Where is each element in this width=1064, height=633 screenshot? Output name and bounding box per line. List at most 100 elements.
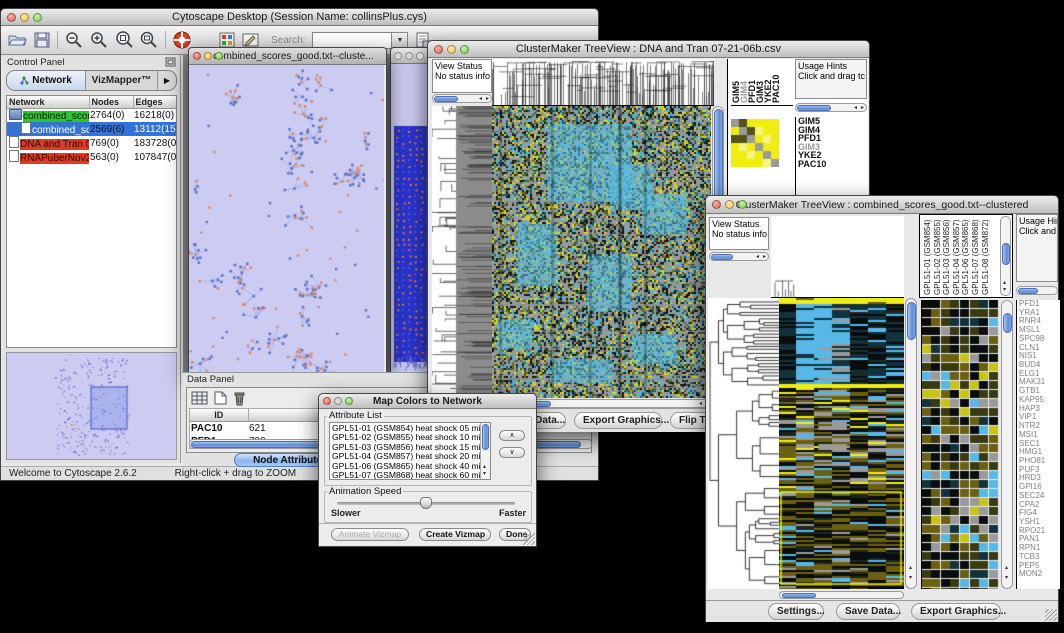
delete-attribute-icon[interactable] (233, 391, 246, 406)
export-graphics-button[interactable]: Export Graphics... (911, 603, 1001, 620)
close-button[interactable] (193, 52, 201, 60)
scroll-right-arrow[interactable]: ▸ (763, 254, 766, 261)
gene-label[interactable]: PAC10 (798, 160, 868, 169)
zoom-button[interactable] (738, 200, 747, 209)
dialog-titlebar[interactable]: Map Colors to Network (319, 394, 536, 409)
search-dropdown-button[interactable]: ▼ (391, 33, 407, 48)
create-vizmap-button[interactable]: Create Vizmap (419, 528, 491, 541)
scroll-down-arrow[interactable]: ▾ (1003, 287, 1006, 294)
network-overview-canvas[interactable] (7, 353, 176, 459)
resize-grip[interactable] (523, 533, 535, 545)
network-view-canvas[interactable] (189, 65, 384, 374)
column-label[interactable]: GIM3 (755, 60, 763, 103)
scroll-left-arrow[interactable]: ◂ (854, 105, 857, 112)
tv1-status-scrollbar[interactable]: ◂ ▸ (432, 94, 492, 103)
animation-speed-slider[interactable] (337, 502, 515, 505)
col-header-edges[interactable]: Edges (133, 96, 177, 109)
scroll-left-arrow[interactable]: ◂ (479, 96, 482, 103)
tab-vizmapper[interactable]: VizMapper™ (86, 71, 158, 90)
scroll-down-arrow[interactable]: ▾ (483, 471, 486, 478)
scroll-up-arrow[interactable]: ▴ (909, 565, 912, 572)
zoom-out-icon[interactable] (65, 31, 83, 49)
column-label[interactable]: GPL51-04 (GSM857) (952, 217, 962, 295)
close-button[interactable] (323, 397, 331, 405)
scroll-down-arrow[interactable]: ▾ (909, 575, 912, 582)
network-row[interactable]: DNA and Tran 07 769(0) 183728(0) (7, 136, 177, 150)
close-button[interactable] (434, 45, 443, 54)
open-file-icon[interactable] (7, 32, 27, 48)
tv1-row-dendrogram[interactable] (432, 106, 492, 398)
tv2-usage-scrollbar[interactable] (1016, 286, 1058, 295)
close-button[interactable] (394, 52, 402, 60)
move-up-button[interactable]: ∧ (499, 430, 525, 441)
network-row[interactable]: combined_sco 2569(6) 13112(15) (7, 122, 177, 136)
new-attribute-icon[interactable] (214, 391, 227, 406)
minimize-button[interactable] (725, 200, 734, 209)
help-ring-icon[interactable] (173, 31, 191, 49)
minimize-button[interactable] (405, 52, 413, 60)
scroll-right-arrow[interactable]: ▸ (861, 105, 864, 112)
tv1-usage-scrollbar[interactable]: ◂ ▸ (795, 103, 867, 112)
scroll-down-arrow[interactable]: ▾ (1005, 575, 1008, 582)
network-overview-panel[interactable] (6, 352, 177, 460)
treeview1-titlebar[interactable]: ClusterMaker TreeView : DNA and Tran 07-… (428, 41, 869, 58)
tv2-status-scrollbar[interactable]: ◂ ▸ (709, 252, 769, 261)
tab-overflow-arrow[interactable]: ▶ (158, 71, 176, 90)
tv2-row-dendrogram[interactable] (708, 298, 779, 589)
tv1-zoom-heatmap[interactable] (731, 119, 779, 167)
save-icon[interactable] (34, 32, 50, 48)
col-header-nodes[interactable]: Nodes (89, 96, 133, 109)
attribute-listbox[interactable]: GPL51-01 (GSM854) heat shock 05 minGPL51… (329, 422, 491, 480)
scroll-left-arrow[interactable]: ◂ (699, 401, 702, 408)
column-label[interactable]: GPL51-01 (GSM854) (923, 217, 933, 295)
annotation-icon[interactable] (242, 32, 260, 48)
column-label[interactable]: GIM5 (731, 60, 739, 103)
tv2-vscrollbar[interactable]: ▴ ▾ (905, 298, 917, 589)
float-panel-icon[interactable] (165, 57, 176, 67)
zoom-button[interactable] (460, 45, 469, 54)
minimize-button[interactable] (447, 45, 456, 54)
zoom-fit-icon[interactable] (140, 31, 158, 49)
zoom-in-icon[interactable] (90, 31, 108, 49)
tv2-label-vscrollbar[interactable]: ▴ ▾ (1000, 216, 1011, 296)
attribute-item[interactable]: GPL51-07 (GSM868) heat shock 60 min (332, 471, 488, 480)
zoom-button[interactable] (416, 52, 424, 60)
close-button[interactable] (712, 200, 721, 209)
settings-button[interactable]: Settings... (768, 603, 824, 620)
minimize-button[interactable] (20, 13, 29, 22)
scroll-up-arrow[interactable]: ▴ (1005, 565, 1008, 572)
column-label[interactable]: GIM4 (739, 60, 747, 103)
main-titlebar[interactable]: Cytoscape Desktop (Session Name: collins… (1, 9, 598, 26)
attribute-list-vscrollbar[interactable]: ▴ ▾ (480, 423, 490, 479)
resize-grip[interactable] (1045, 609, 1057, 621)
tv2-zoom-vscrollbar[interactable]: ▴ ▾ (1001, 300, 1013, 589)
column-label[interactable]: GPL51-06 (GSM865) (961, 217, 971, 295)
slider-thumb[interactable] (420, 497, 432, 509)
tv1-heatmap[interactable] (492, 106, 711, 398)
zoom-selected-icon[interactable] (115, 31, 133, 49)
treeview2-titlebar[interactable]: ClusterMaker TreeView : combined_scores_… (706, 196, 1058, 214)
tv2-heatmap[interactable] (779, 298, 904, 589)
column-label[interactable]: PAC10 (771, 60, 779, 103)
tv2-column-dendrogram[interactable] (771, 216, 904, 298)
column-label[interactable]: PFD1 (747, 60, 755, 103)
zoom-button[interactable] (215, 52, 223, 60)
search-input[interactable]: ▼ (312, 32, 408, 49)
scroll-right-arrow[interactable]: ▸ (486, 96, 489, 103)
tv2-zoom-heatmap[interactable] (921, 300, 999, 589)
scroll-left-arrow[interactable]: ◂ (756, 254, 759, 261)
animate-vizmap-button[interactable]: Animate Vizmap (331, 528, 409, 541)
column-label[interactable]: GPL51-02 (GSM855) (933, 217, 943, 295)
zoom-button[interactable] (33, 13, 42, 22)
node-grid-icon[interactable] (219, 32, 235, 48)
minimize-button[interactable] (204, 52, 212, 60)
column-label[interactable]: YKE2 (763, 60, 771, 103)
gene-label[interactable]: MON2 (1019, 570, 1060, 579)
scroll-up-arrow[interactable]: ▴ (483, 464, 486, 471)
network-row[interactable]: RNAPuberNov2+| 563(0) 107847(0) (7, 150, 177, 164)
tab-network[interactable]: Network (7, 71, 86, 90)
col-header-network[interactable]: Network (7, 96, 89, 109)
close-button[interactable] (7, 13, 16, 22)
attribute-table-icon[interactable] (191, 391, 208, 406)
minimize-button[interactable] (334, 397, 342, 405)
